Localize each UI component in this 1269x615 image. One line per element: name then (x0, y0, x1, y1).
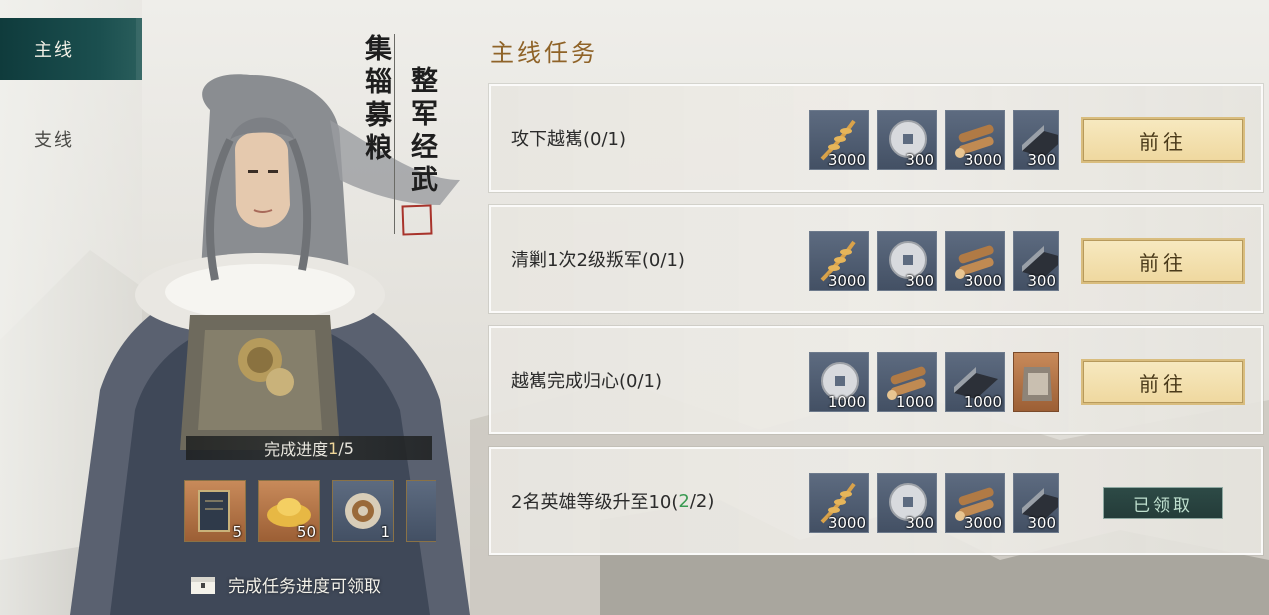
go-button[interactable]: 前往 (1081, 359, 1245, 405)
reward-grain[interactable]: 3000 (809, 231, 869, 291)
reward-grain[interactable]: 3000 (809, 473, 869, 533)
reward-wood[interactable]: 3000 (945, 110, 1005, 170)
hero-title-col2: 整军经武 (406, 66, 437, 198)
reward-count: 1000 (895, 393, 934, 411)
go-button[interactable]: 前往 (1081, 117, 1245, 163)
reward-wood[interactable]: 3000 (945, 473, 1005, 533)
progress-bar: 完成进度 1/5 (186, 436, 432, 460)
quest-name: 越嶲完成归心(0/1) (511, 371, 663, 392)
reward-grain[interactable]: 3000 (809, 110, 869, 170)
claimed-button[interactable]: 已领取 (1103, 487, 1223, 519)
go-button[interactable]: 前往 (1081, 238, 1245, 284)
quest-name-suffix: /2) (689, 490, 715, 512)
reward-coin[interactable]: 300 (877, 473, 937, 533)
quest-row: 清剿1次2级叛军(0/1) 3000 300 3000 300 前往 (489, 205, 1263, 313)
reward-count: 3000 (827, 514, 866, 532)
reward-count: 300 (1027, 272, 1056, 290)
reward-count: 300 (905, 514, 934, 532)
progress-reward-partial[interactable] (406, 480, 436, 542)
claim-hint-text: 完成任务进度可领取 (228, 577, 381, 597)
reward-count: 3000 (827, 151, 866, 169)
reward-count: 1000 (827, 393, 866, 411)
reward-count: 3000 (963, 151, 1002, 169)
treasure-chest-icon (191, 576, 215, 594)
reward-coin[interactable]: 300 (877, 231, 937, 291)
red-seal-stamp (401, 204, 433, 236)
reward-wood[interactable]: 1000 (877, 352, 937, 412)
quest-row: 攻下越嶲(0/1) 3000 300 3000 300 前往 (489, 84, 1263, 192)
reward-armor[interactable] (1013, 352, 1059, 412)
progress-reward-gold[interactable]: 50 (258, 480, 320, 542)
progress-reward-scroll[interactable]: 5 (184, 480, 246, 542)
reward-iron[interactable]: 300 (1013, 110, 1059, 170)
reward-iron[interactable]: 300 (1013, 231, 1059, 291)
progress-current: 1 (328, 438, 339, 458)
reward-count: 3000 (963, 514, 1002, 532)
progress-label: 完成进度 (264, 440, 329, 459)
reward-iron[interactable]: 300 (1013, 473, 1059, 533)
armor-icon (1022, 367, 1052, 401)
progress-reward-token[interactable]: 1 (332, 480, 394, 542)
section-title: 主线任务 (490, 39, 598, 67)
reward-coin[interactable]: 1000 (809, 352, 869, 412)
reward-count: 5 (232, 523, 242, 541)
quest-name-prefix: 2名英雄等级升至10( (511, 492, 679, 513)
claim-hint: 完成任务进度可领取 (190, 572, 381, 597)
quest-name: 2名英雄等级升至10(2/2) (511, 449, 714, 553)
quest-progress-current: 2 (678, 490, 690, 512)
reward-count: 300 (905, 272, 934, 290)
reward-wood[interactable]: 3000 (945, 231, 1005, 291)
reward-count: 1000 (963, 393, 1002, 411)
reward-count: 300 (1027, 151, 1056, 169)
reward-coin[interactable]: 300 (877, 110, 937, 170)
reward-count: 300 (1027, 514, 1056, 532)
reward-count: 50 (296, 523, 316, 541)
quest-name: 攻下越嶲(0/1) (511, 129, 627, 150)
reward-count: 1 (380, 523, 390, 541)
quest-row: 2名英雄等级升至10(2/2) 3000 300 3000 300 已领取 (489, 447, 1263, 555)
reward-count: 300 (905, 151, 934, 169)
reward-iron[interactable]: 1000 (945, 352, 1005, 412)
reward-count: 3000 (827, 272, 866, 290)
quest-row: 越嶲完成归心(0/1) 1000 1000 1000 前往 (489, 326, 1263, 434)
quest-name: 清剿1次2级叛军(0/1) (511, 250, 685, 271)
hero-title-col1: 集辎募粮 (360, 34, 391, 166)
progress-total: /5 (338, 438, 354, 458)
reward-count: 3000 (963, 272, 1002, 290)
